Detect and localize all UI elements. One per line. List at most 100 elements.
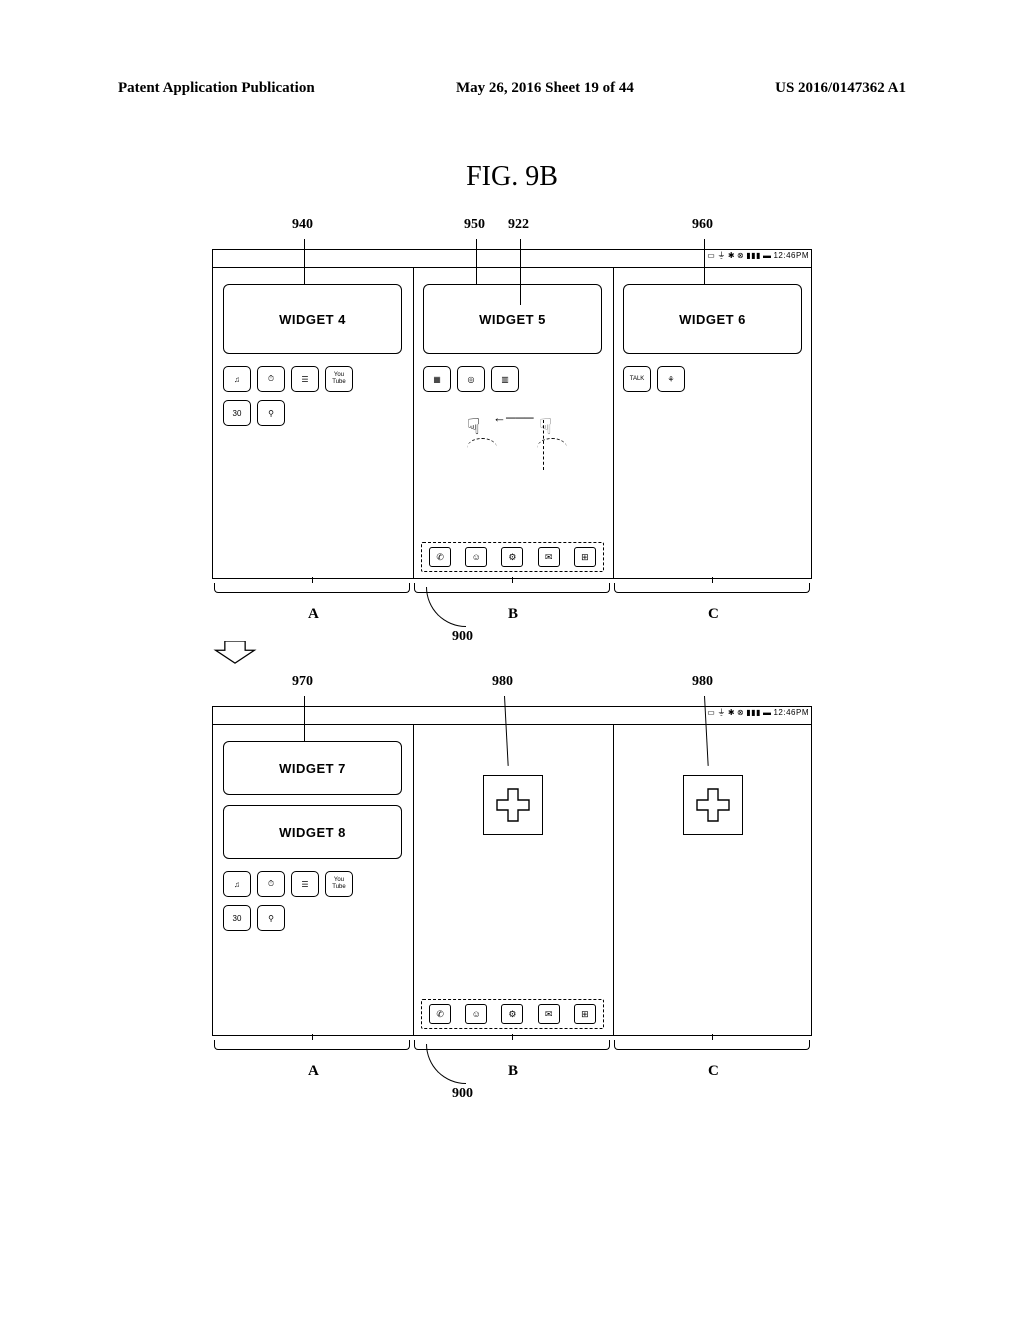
bracket-c [614,583,810,593]
reference-numerals-bottom: 970 980 980 [212,674,812,696]
bracket-label-b-2: B [508,1063,518,1080]
bracket-label-b: B [508,606,518,623]
dock-mail-icon[interactable]: ✉ [538,547,560,567]
dock-bar-2: ✆ ☺ ⚙ ✉ ⊞ [421,999,604,1029]
calculator-icon[interactable]: ▦ [423,366,451,392]
calendar-30-icon[interactable]: 30 [223,905,251,931]
panel-a2-app-row-1: ♫ ⏱ ☰ You Tube [213,869,412,899]
device-status-bar-2: ▭ ⏚ ✱ ⊗ ▮▮▮ ▬ 12:46PM [213,707,811,725]
bracket-c-2 [614,1040,810,1050]
motion-vertical-dash [543,420,544,470]
state-before: 940 950 922 960 ▭ ⏚ ✱ ⊗ ▮▮▮ ▬ 12:46PM [212,217,812,579]
panel-a: WIDGET 4 ♫ ⏱ ☰ You Tube 30 ⚲ [213,268,413,578]
leader-900-curve [426,587,466,627]
panel-b: WIDGET 5 ▦ ◎ ▥ ☟ ←─── ☟ ✆ ☺ ⚙ ✉ ⊞ [413,268,613,578]
flower-icon[interactable]: ⚘ [657,366,685,392]
panel-b-app-row: ▦ ◎ ▥ [413,364,612,394]
dock-apps-icon[interactable]: ⊞ [574,547,596,567]
status-time-2: 12:46PM [773,708,809,717]
dock-browser-icon[interactable]: ⚙ [501,547,523,567]
dock-contacts-icon[interactable]: ☺ [465,547,487,567]
music-icon[interactable]: ♫ [223,366,251,392]
device-status-bar: ▭ ⏚ ✱ ⊗ ▮▮▮ ▬ 12:46PM [213,250,811,268]
panel-a2-app-row-2: 30 ⚲ [213,903,412,933]
header-center: May 26, 2016 Sheet 19 of 44 [456,80,634,97]
ref-950: 950 [464,217,485,233]
motion-arc-2 [537,438,567,458]
panel-c-2 [613,725,813,1035]
hand-touch-icon: ☟ [467,414,480,440]
golf-icon[interactable]: ⚲ [257,905,285,931]
widget-5[interactable]: WIDGET 5 [423,284,602,354]
motion-arc-1 [467,438,497,458]
plus-icon [695,787,731,823]
widget-6[interactable]: WIDGET 6 [623,284,802,354]
status-alarm-icon: ⊗ [737,251,744,260]
bracket-label-a: A [308,606,319,623]
disc-icon[interactable]: ◎ [457,366,485,392]
ref-980b: 980 [692,674,713,690]
dock-phone-icon[interactable]: ✆ [429,547,451,567]
dock-phone-icon[interactable]: ✆ [429,1004,451,1024]
state-after: 970 980 980 ▭ ⏚ ✱ ⊗ ▮▮▮ ▬ 12:46PM [212,674,812,1036]
panel-a-app-row-2: 30 ⚲ [213,398,412,428]
tiles-icon[interactable]: ☰ [291,366,319,392]
clock-icon[interactable]: ⏱ [257,871,285,897]
bracket-a [214,583,410,593]
add-placeholder-c[interactable] [683,775,743,835]
panel-a-2: WIDGET 7 WIDGET 8 ♫ ⏱ ☰ You Tube 30 ⚲ [213,725,413,1035]
bracket-label-a-2: A [308,1063,319,1080]
status-bluetooth-icon: ✱ [728,708,735,717]
status-alarm-icon: ⊗ [737,708,744,717]
device-frame: ▭ ⏚ ✱ ⊗ ▮▮▮ ▬ 12:46PM WIDGET 4 ♫ ⏱ ☰ Y [212,249,812,579]
status-wifi-icon: ⏚ [717,707,726,718]
status-battery2-icon: ▬ [763,708,772,717]
widget-8[interactable]: WIDGET 8 [223,805,402,859]
panel-b-2: ✆ ☺ ⚙ ✉ ⊞ [413,725,613,1035]
panel-c-app-row: TALK ⚘ [613,364,812,394]
talk-icon[interactable]: TALK [623,366,651,392]
calendar-30-icon[interactable]: 30 [223,400,251,426]
golf-icon[interactable]: ⚲ [257,400,285,426]
youtube-icon[interactable]: You Tube [325,871,353,897]
transition-arrow-down-icon [212,641,258,665]
bracket-a-2 [214,1040,410,1050]
tiles-icon[interactable]: ☰ [291,871,319,897]
hand-ghost-icon: ☟ [539,414,552,440]
status-battery-icon: ▭ [707,708,715,717]
ref-940: 940 [292,217,313,233]
music-icon[interactable]: ♫ [223,871,251,897]
trash-icon[interactable]: ▥ [491,366,519,392]
dock-contacts-icon[interactable]: ☺ [465,1004,487,1024]
status-wifi-icon: ⏚ [717,250,726,261]
clock-icon[interactable]: ⏱ [257,366,285,392]
dock-browser-icon[interactable]: ⚙ [501,1004,523,1024]
figure-content: 940 950 922 960 ▭ ⏚ ✱ ⊗ ▮▮▮ ▬ 12:46PM [212,217,812,1036]
bracket-label-c: C [708,606,719,623]
add-placeholder-b[interactable] [483,775,543,835]
panel-a-app-row-1: ♫ ⏱ ☰ You Tube [213,364,412,394]
figure-title: FIG. 9B [0,161,1024,193]
label-900-2: 900 [452,1086,473,1102]
ref-922: 922 [508,217,529,233]
plus-icon [495,787,531,823]
youtube-icon[interactable]: You Tube [325,366,353,392]
status-time: 12:46PM [773,251,809,260]
label-900: 900 [452,629,473,645]
swipe-arrow-icon: ←─── [493,410,534,426]
widget-4[interactable]: WIDGET 4 [223,284,402,354]
dock-apps-icon[interactable]: ⊞ [574,1004,596,1024]
header-left: Patent Application Publication [118,80,315,97]
widget-7[interactable]: WIDGET 7 [223,741,402,795]
header-right: US 2016/0147362 A1 [775,80,906,97]
bracket-label-c-2: C [708,1063,719,1080]
dock-mail-icon[interactable]: ✉ [538,1004,560,1024]
status-signal-icon: ▮▮▮ [746,708,761,717]
ref-970: 970 [292,674,313,690]
reference-numerals-top: 940 950 922 960 [212,217,812,239]
dock-bar: ✆ ☺ ⚙ ✉ ⊞ [421,542,604,572]
ref-980a: 980 [492,674,513,690]
status-icons: ▭ ⏚ ✱ ⊗ ▮▮▮ ▬ 12:46PM [707,250,809,261]
panel-c: WIDGET 6 TALK ⚘ [613,268,813,578]
status-icons-2: ▭ ⏚ ✱ ⊗ ▮▮▮ ▬ 12:46PM [707,707,809,718]
